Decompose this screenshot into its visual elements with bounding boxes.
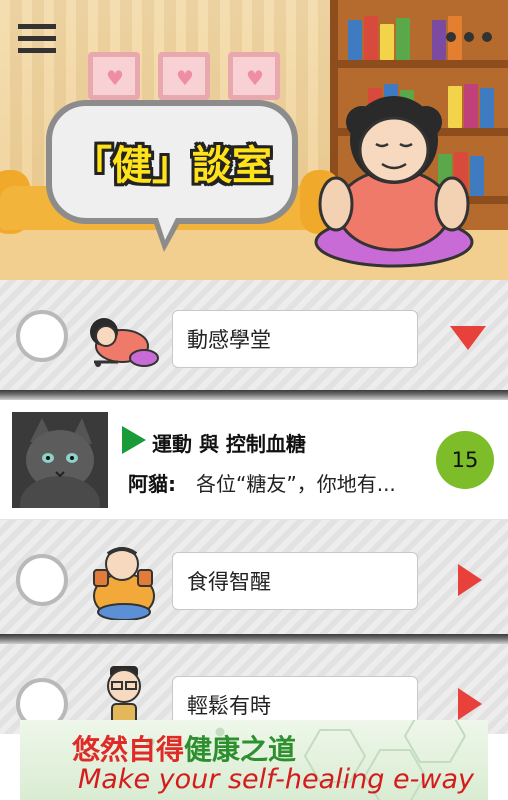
hamburger-menu-icon[interactable] (18, 24, 56, 54)
picture-frame: ♥ (88, 52, 140, 100)
picture-frame: ♥ (228, 52, 280, 100)
more-dots-icon[interactable] (446, 30, 494, 44)
header-banner: ♥ ♥ ♥ 「健」談室 (0, 0, 508, 280)
promo-banner[interactable]: 悠然自得健康之道 Make your self-healing e-way (20, 720, 488, 800)
category-row-exercise[interactable]: 動感學堂 (0, 280, 508, 390)
banner-slogan: Make your self-healing e-way (78, 764, 474, 795)
divider (0, 634, 508, 644)
page-title: 「健」談室 (72, 143, 272, 189)
topic-snippet: 各位“糖友”，你地有... (196, 472, 396, 496)
eating-character-icon (93, 547, 155, 620)
meditating-woman-mascot-icon (314, 96, 474, 268)
exercise-character-icon (90, 318, 159, 367)
category-row-eating[interactable]: 食得智醒 (0, 520, 508, 634)
category-label[interactable]: 食得智醒 (172, 552, 418, 610)
topic-author: 阿貓: (128, 472, 176, 496)
radio-button[interactable] (16, 554, 68, 606)
triangle-right-icon[interactable] (452, 684, 492, 724)
radio-button[interactable] (16, 310, 68, 362)
banner-headline: 悠然自得健康之道 (72, 733, 297, 766)
category-list: 動感學堂 運動 與 控制血糖 阿貓: 各位“糖友”，你地有... 15 食得智醒… (0, 280, 508, 741)
topic-row[interactable]: 運動 與 控制血糖 阿貓: 各位“糖友”，你地有... 15 (0, 400, 508, 520)
picture-frame: ♥ (158, 52, 210, 100)
triangle-right-icon[interactable] (452, 560, 492, 600)
divider (0, 390, 508, 400)
play-triangle-icon (122, 426, 146, 454)
topic-title[interactable]: 運動 與 控制血糖 (152, 428, 306, 457)
triangle-down-icon[interactable] (448, 318, 488, 358)
category-label[interactable]: 動感學堂 (172, 310, 418, 368)
reply-count-badge: 15 (436, 431, 494, 489)
speech-bubble: 「健」談室 (46, 100, 298, 224)
cat-photo (12, 412, 108, 508)
